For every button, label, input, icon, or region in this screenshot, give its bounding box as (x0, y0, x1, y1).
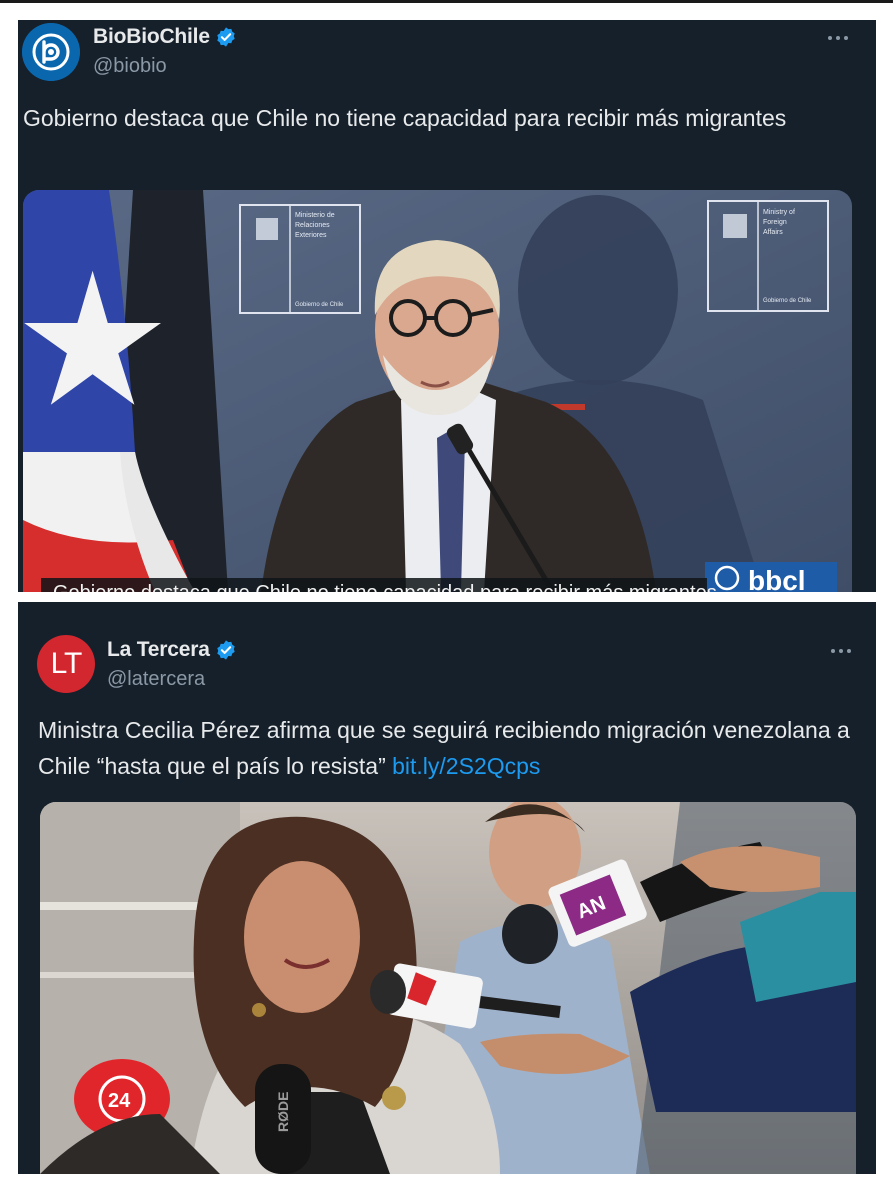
svg-text:Ministry of: Ministry of (763, 209, 795, 216)
avatar[interactable]: LT (37, 635, 95, 693)
svg-text:Gobierno de Chile: Gobierno de Chile (763, 298, 812, 304)
latercera-logo: LT (50, 647, 83, 680)
svg-text:Ministerio de: Ministerio de (295, 212, 335, 219)
press-conference-photo: Ministerio de Relaciones Exteriores Gobi… (23, 190, 852, 592)
tweet-link[interactable]: bit.ly/2S2Qcps (392, 753, 540, 779)
svg-text:RØDE: RØDE (275, 1092, 291, 1132)
microphone-rode: RØDE (255, 1064, 311, 1174)
image-caption: Gobierno destaca que Chile no tiene capa… (53, 582, 717, 592)
display-name[interactable]: BioBioChile (93, 25, 210, 49)
verified-badge-icon (217, 27, 235, 47)
svg-text:Foreign: Foreign (763, 219, 787, 226)
tweet-text: Ministra Cecilia Pérez afirma que se seg… (38, 712, 858, 784)
svg-text:Exteriores: Exteriores (295, 232, 327, 239)
svg-text:Affairs: Affairs (763, 229, 783, 236)
svg-text:24: 24 (108, 1090, 131, 1112)
bbcl-watermark: bbcl (705, 562, 837, 592)
svg-text:Gobierno de Chile: Gobierno de Chile (295, 302, 344, 308)
handle[interactable]: @biobio (93, 55, 167, 78)
verified-badge-icon (216, 640, 235, 660)
more-options-icon[interactable] (826, 644, 856, 658)
press-scrum-photo: AN 24 RØDE (40, 802, 856, 1174)
display-name[interactable]: La Tercera (107, 638, 210, 662)
tweet-image[interactable]: Ministerio de Relaciones Exteriores Gobi… (23, 190, 852, 592)
tweet-card-biobio[interactable]: BioBioChile @biobio Gobierno destaca que… (18, 20, 876, 592)
more-options-icon[interactable] (823, 31, 853, 45)
top-border (0, 0, 893, 3)
avatar[interactable] (22, 23, 80, 81)
handle[interactable]: @latercera (107, 668, 205, 691)
tweet-image[interactable]: AN 24 RØDE (40, 802, 856, 1174)
tweet-card-latercera[interactable]: LT La Tercera @latercera Ministra Cecili… (18, 602, 876, 1174)
svg-text:Relaciones: Relaciones (295, 222, 330, 229)
svg-text:bbcl: bbcl (748, 565, 806, 592)
tweet-text: Gobierno destaca que Chile no tiene capa… (23, 105, 787, 131)
biobio-logo-icon (22, 23, 80, 81)
